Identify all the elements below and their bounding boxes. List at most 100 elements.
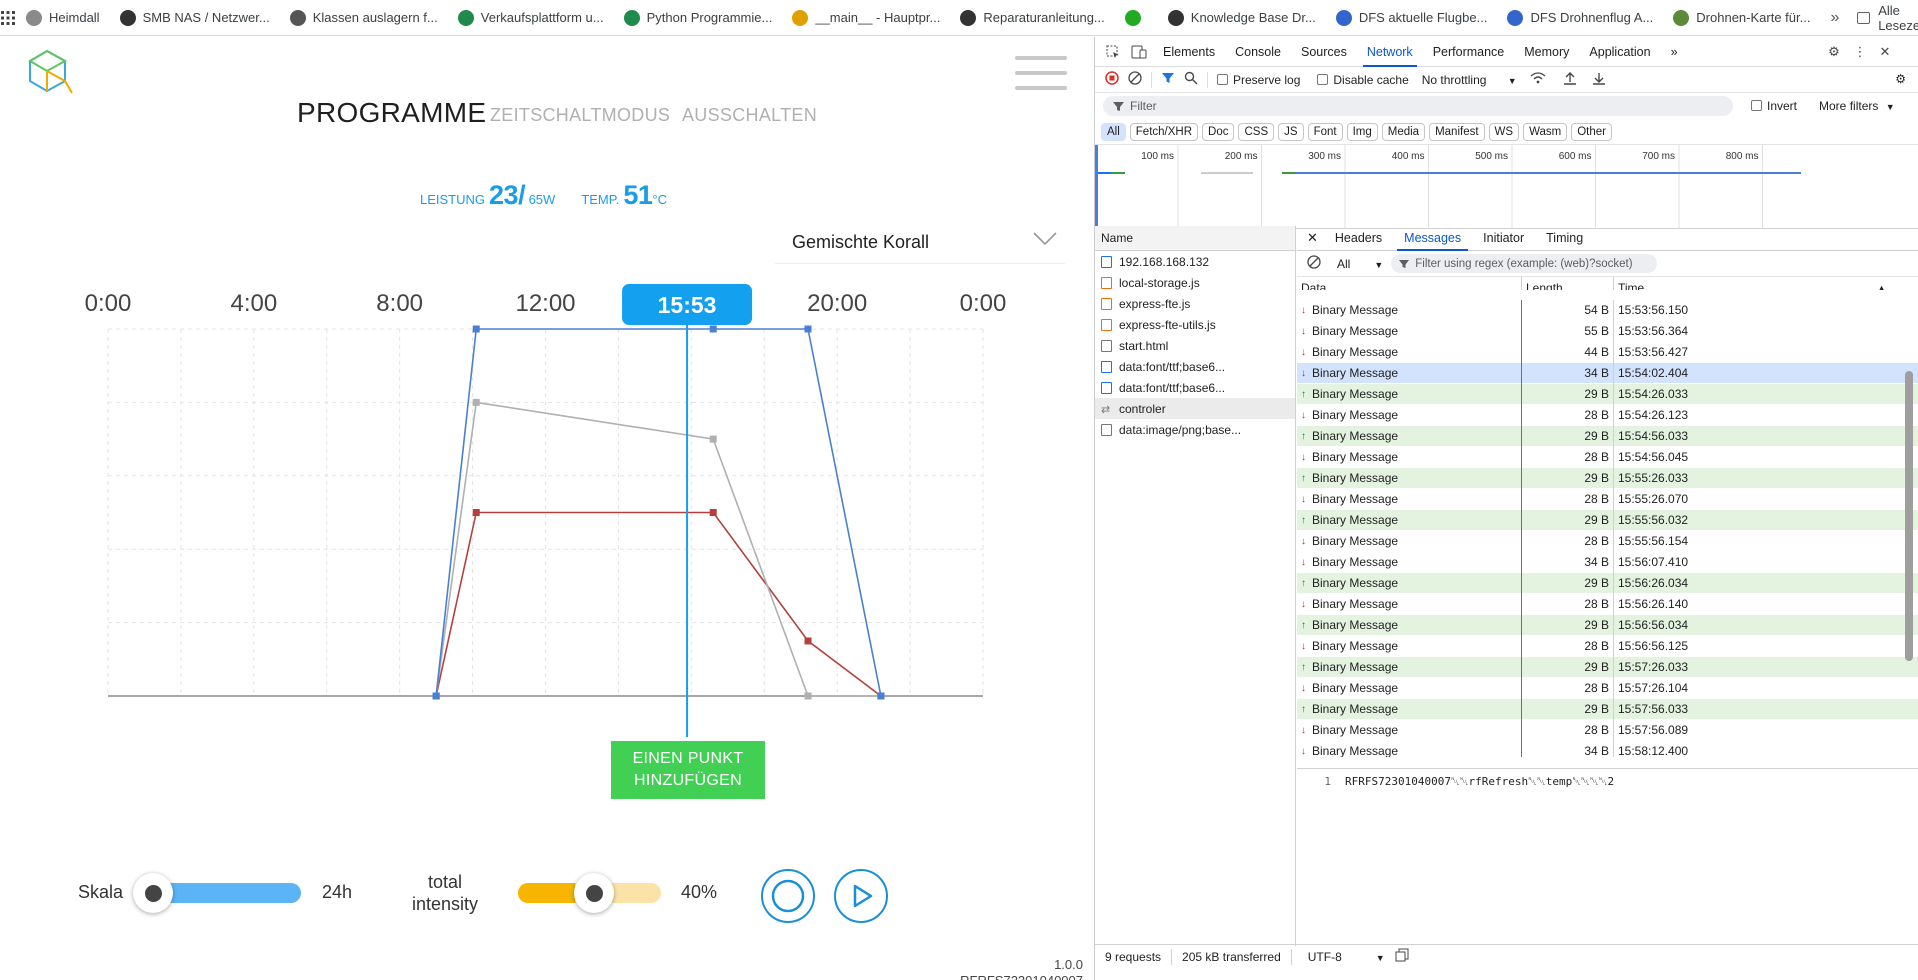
request-row[interactable]: ⇄ controler: [1095, 398, 1295, 419]
settings-gear-icon[interactable]: ⚙: [1826, 44, 1842, 60]
type-filter-wasm[interactable]: Wasm: [1523, 122, 1568, 141]
kebab-menu-icon[interactable]: ⋮: [1852, 44, 1868, 60]
message-row[interactable]: ↓ Binary Message 28 B 15:56:56.125: [1297, 635, 1918, 657]
type-filter-fetchxhr[interactable]: Fetch/XHR: [1129, 122, 1199, 141]
intensity-slider-handle[interactable]: [574, 873, 615, 913]
name-column-header[interactable]: Name: [1095, 226, 1295, 251]
close-devtools-icon[interactable]: ✕: [1877, 44, 1893, 60]
panel-tab-performance[interactable]: Performance: [1423, 37, 1515, 67]
encoding-select[interactable]: UTF-8 ▼: [1298, 949, 1385, 965]
clear-messages-icon[interactable]: [1307, 255, 1321, 272]
panel-tab-application[interactable]: Application: [1579, 37, 1660, 67]
message-row[interactable]: ↑ Binary Message 29 B 15:56:26.034: [1297, 572, 1918, 594]
message-row[interactable]: ↓ Binary Message 34 B 15:56:07.410: [1297, 551, 1918, 573]
type-filter-manifest[interactable]: Manifest: [1429, 122, 1485, 141]
message-row[interactable]: ↑ Binary Message 29 B 15:54:26.033: [1297, 383, 1918, 405]
clear-log-icon[interactable]: [1128, 71, 1142, 88]
type-filter-other[interactable]: Other: [1571, 122, 1612, 141]
request-row[interactable]: data:font/ttf;base6...: [1095, 356, 1295, 377]
message-direction-select[interactable]: All ▼: [1337, 257, 1383, 271]
request-row[interactable]: 192.168.168.132: [1095, 251, 1295, 272]
series-point[interactable]: [709, 435, 717, 443]
message-row[interactable]: ↑ Binary Message 29 B 15:57:56.033: [1297, 698, 1918, 720]
panel-tab-elements[interactable]: Elements: [1153, 37, 1225, 67]
request-row[interactable]: express-fte-utils.js: [1095, 314, 1295, 335]
throttling-select[interactable]: No throttling ▼: [1422, 73, 1517, 87]
bookmark-item[interactable]: Klassen auslagern f...: [280, 4, 448, 32]
bookmark-item[interactable]: SMB NAS / Netzwer...: [110, 4, 280, 32]
series-point[interactable]: [432, 692, 440, 700]
series-point[interactable]: [709, 325, 717, 333]
request-row[interactable]: local-storage.js: [1095, 272, 1295, 293]
request-row[interactable]: data:image/png;base...: [1095, 419, 1295, 440]
timeline-selection-handle[interactable]: [1095, 145, 1098, 229]
bookmark-item[interactable]: DFS Drohnenflug A...: [1497, 4, 1663, 32]
bookmark-item[interactable]: Reparaturanleitung...: [950, 4, 1114, 32]
type-filter-font[interactable]: Font: [1307, 122, 1343, 141]
import-har-icon[interactable]: [1563, 71, 1577, 88]
message-row[interactable]: ↑ Binary Message 29 B 15:55:26.033: [1297, 467, 1918, 489]
disable-cache-checkbox[interactable]: Disable cache: [1317, 73, 1409, 87]
message-row[interactable]: ↓ Binary Message 28 B 15:56:26.140: [1297, 593, 1918, 615]
message-row[interactable]: ↓ Binary Message 28 B 15:54:56.045: [1297, 446, 1918, 468]
device-toolbar-icon[interactable]: [1131, 44, 1147, 60]
message-row[interactable]: ↓ Binary Message 34 B 15:58:12.400: [1297, 740, 1918, 757]
more-panels-icon[interactable]: »: [1661, 37, 1688, 67]
series-point[interactable]: [472, 398, 480, 406]
bookmark-item[interactable]: Knowledge Base Dr...: [1158, 4, 1326, 32]
copy-icon[interactable]: [1395, 948, 1409, 965]
message-row[interactable]: ↑ Binary Message 29 B 15:54:56.033: [1297, 425, 1918, 447]
preserve-log-checkbox[interactable]: Preserve log: [1217, 73, 1300, 87]
series-point[interactable]: [877, 692, 885, 700]
record-stop-icon[interactable]: [1105, 71, 1119, 88]
type-filter-ws[interactable]: WS: [1488, 122, 1520, 141]
panel-tab-console[interactable]: Console: [1225, 37, 1291, 67]
series-point[interactable]: [709, 509, 717, 516]
panel-tab-memory[interactable]: Memory: [1514, 37, 1579, 67]
network-conditions-icon[interactable]: [1530, 71, 1546, 88]
bookmark-item[interactable]: Python Programmie...: [614, 4, 783, 32]
detail-tab-initiator[interactable]: Initiator: [1472, 226, 1535, 251]
type-filter-all[interactable]: All: [1101, 122, 1126, 141]
all-bookmarks-button[interactable]: Alle Lesezeichen: [1849, 3, 1918, 33]
panel-tab-network[interactable]: Network: [1357, 37, 1423, 67]
series-point[interactable]: [472, 325, 480, 333]
message-regex-filter-input[interactable]: Filter using regex (example: (web)?socke…: [1391, 254, 1658, 273]
detail-tab-timing[interactable]: Timing: [1535, 226, 1594, 251]
message-row[interactable]: ↓ Binary Message 54 B 15:53:56.150: [1297, 299, 1918, 321]
add-point-button[interactable]: EINEN PUNKT HINZUFÜGEN: [611, 741, 765, 799]
message-row[interactable]: ↓ Binary Message 28 B 15:57:56.089: [1297, 719, 1918, 741]
panel-tab-sources[interactable]: Sources: [1291, 37, 1357, 67]
bookmarks-overflow-chevron-icon[interactable]: »: [1820, 9, 1849, 27]
message-row[interactable]: ↓ Binary Message 28 B 15:55:56.154: [1297, 530, 1918, 552]
message-row[interactable]: ↓ Binary Message 44 B 15:53:56.427: [1297, 341, 1918, 363]
record-button[interactable]: [761, 869, 815, 923]
inspect-element-icon[interactable]: [1105, 44, 1121, 60]
request-row[interactable]: express-fte.js: [1095, 293, 1295, 314]
type-filter-js[interactable]: JS: [1278, 122, 1304, 141]
play-button[interactable]: [834, 869, 888, 923]
filter-funnel-icon[interactable]: [1161, 71, 1175, 88]
network-filter-input[interactable]: Filter: [1103, 96, 1733, 116]
type-filter-css[interactable]: CSS: [1238, 122, 1275, 141]
detail-tab-messages[interactable]: Messages: [1393, 226, 1472, 251]
message-row[interactable]: ↑ Binary Message 29 B 15:57:26.033: [1297, 656, 1918, 678]
type-filter-img[interactable]: Img: [1346, 122, 1378, 141]
close-detail-icon[interactable]: ✕: [1307, 230, 1318, 246]
detail-tab-headers[interactable]: Headers: [1324, 226, 1393, 251]
type-filter-doc[interactable]: Doc: [1202, 122, 1235, 141]
apps-grid-icon[interactable]: [0, 0, 16, 36]
bookmark-item[interactable]: Drohnen-Karte für...: [1663, 4, 1820, 32]
export-har-icon[interactable]: [1592, 71, 1606, 88]
message-row[interactable]: ↑ Binary Message 29 B 15:55:56.032: [1297, 509, 1918, 531]
schedule-chart[interactable]: 0:00 4:00 8:00 12:00 20:00 0:00 15:53: [0, 37, 1094, 737]
type-filter-media[interactable]: Media: [1381, 122, 1426, 141]
more-filters-dropdown[interactable]: More filters ▼: [1819, 99, 1895, 113]
bookmark-item[interactable]: __main__ - Hauptpr...: [782, 4, 950, 32]
series-point[interactable]: [804, 325, 812, 333]
bookmark-item[interactable]: DFS aktuelle Flugbe...: [1326, 4, 1498, 32]
series-point[interactable]: [804, 692, 812, 700]
message-row[interactable]: ↑ Binary Message 29 B 15:56:56.034: [1297, 614, 1918, 636]
network-overview-timeline[interactable]: 100 ms 200 ms 300 ms 400 ms 500 ms 600 ms 700 …: [1095, 145, 1918, 229]
request-row[interactable]: start.html: [1095, 335, 1295, 356]
